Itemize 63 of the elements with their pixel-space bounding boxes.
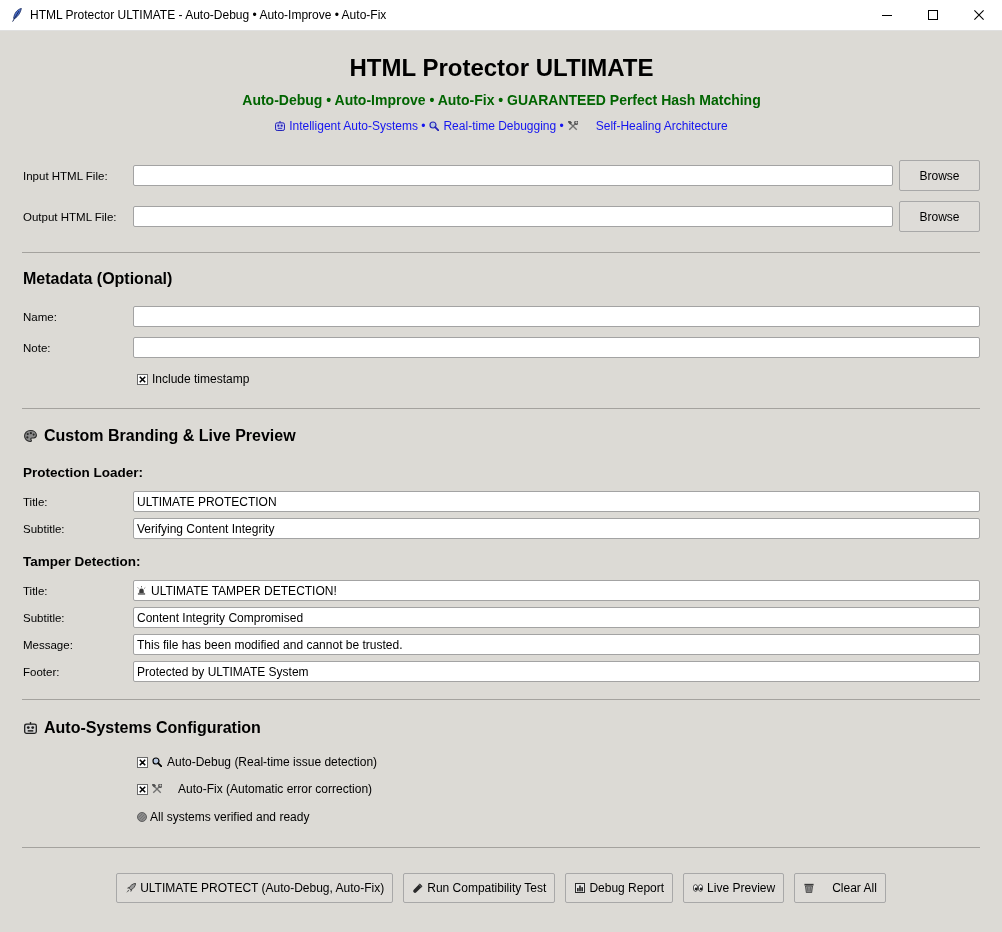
output-file-field[interactable] — [133, 206, 893, 227]
live-preview-button[interactable]: Live Preview — [683, 873, 785, 903]
tamper-footer-field[interactable]: Protected by ULTIMATE System — [133, 661, 980, 682]
field-label: Subtitle: — [23, 611, 66, 624]
browse-button[interactable]: Browse — [899, 160, 980, 191]
checkbox[interactable] — [137, 756, 148, 768]
siren-icon — [137, 586, 146, 595]
app-title: HTML Protector ULTIMATE — [348, 53, 655, 83]
field-label: Input HTML File: — [23, 169, 109, 182]
feature-label: Intelligent Auto-Systems • — [289, 119, 426, 133]
name-field[interactable] — [133, 306, 980, 327]
note-field[interactable] — [133, 337, 980, 358]
subsection-heading: Tamper Detection: — [23, 553, 142, 571]
checkbox-label[interactable]: Auto-Debug (Real-time issue detection) — [167, 755, 378, 769]
robot-icon — [275, 121, 286, 131]
field-label: Note: — [23, 341, 52, 354]
field-label: Name: — [23, 310, 58, 323]
tamper-subtitle-field[interactable]: Content Integrity Compromised — [133, 607, 980, 628]
input-file-field[interactable] — [133, 165, 893, 186]
checkbox[interactable] — [137, 373, 148, 385]
checkbox[interactable] — [137, 783, 148, 795]
section-heading: Auto-Systems Configuration — [44, 718, 261, 738]
palette-icon — [24, 430, 37, 442]
browse-button[interactable]: Browse — [899, 201, 980, 232]
subsection-heading: Protection Loader: — [23, 464, 144, 482]
section-heading: Custom Branding & Live Preview — [44, 426, 296, 446]
search-icon — [152, 757, 162, 767]
window-title: HTML Protector ULTIMATE - Auto-Debug • Auto-Improve • Auto-Fix — [30, 8, 387, 22]
field-label: Title: — [23, 495, 49, 508]
clear-all-button[interactable]: Clear All — [794, 873, 886, 903]
checkbox-label[interactable]: Include timestamp — [152, 372, 250, 386]
robot-icon — [24, 722, 37, 734]
feature-label: Self-Healing Architecture — [595, 119, 728, 133]
trash-icon — [804, 883, 815, 893]
debug-report-button[interactable]: Debug Report — [565, 873, 674, 903]
loader-subtitle-field[interactable]: Verifying Content Integrity — [133, 518, 980, 539]
field-label: Message: — [23, 638, 74, 651]
rocket-icon — [126, 883, 137, 893]
tamper-message-field[interactable]: This file has been modified and cannot be trusted. — [133, 634, 980, 655]
feather-icon — [12, 8, 22, 22]
close-icon[interactable] — [974, 10, 984, 20]
tools-icon — [152, 784, 162, 794]
field-label: Title: — [23, 584, 49, 597]
protect-button[interactable]: ULTIMATE PROTECT (Auto-Debug, Auto-Fix) — [116, 873, 394, 903]
tamper-title-field[interactable]: ULTIMATE TAMPER DETECTION! — [133, 580, 980, 601]
maximize-icon[interactable] — [928, 10, 938, 20]
field-label: Footer: — [23, 665, 61, 678]
field-label: Output HTML File: — [23, 210, 118, 223]
status-dot-icon — [137, 812, 147, 822]
checkbox-label[interactable]: Auto-Fix (Automatic error correction) — [178, 782, 373, 796]
minimize-icon[interactable] — [882, 14, 892, 16]
pen-icon — [413, 883, 424, 893]
field-label: Subtitle: — [23, 522, 66, 535]
bar-chart-icon — [575, 883, 586, 893]
search-icon — [429, 121, 440, 131]
tagline: Auto-Debug • Auto-Improve • Auto-Fix • GUARANTEED Perfect Hash Matching — [241, 91, 762, 110]
tools-icon — [567, 121, 578, 131]
eyes-icon — [693, 883, 704, 893]
feature-label: Real-time Debugging • — [443, 119, 564, 133]
compatibility-test-button[interactable]: Run Compatibility Test — [403, 873, 556, 903]
section-heading: Metadata (Optional) — [23, 269, 174, 289]
status-text: All systems verified and ready — [150, 810, 310, 824]
loader-title-field[interactable]: ULTIMATE PROTECTION — [133, 491, 980, 512]
